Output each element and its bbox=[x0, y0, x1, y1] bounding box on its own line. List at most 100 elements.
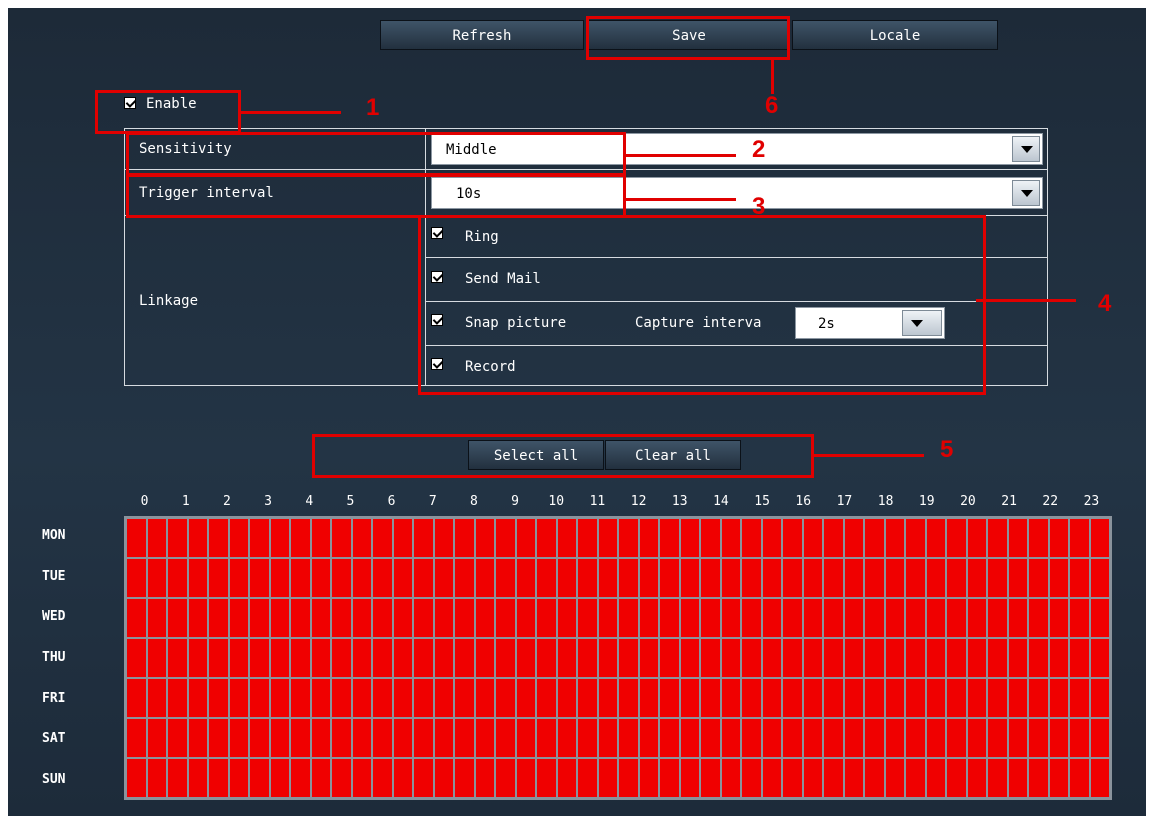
schedule-cell[interactable] bbox=[393, 599, 412, 637]
schedule-cell[interactable] bbox=[434, 719, 453, 757]
schedule-cell[interactable] bbox=[578, 679, 597, 717]
schedule-cell[interactable] bbox=[393, 759, 412, 797]
schedule-cell[interactable] bbox=[332, 639, 351, 677]
schedule-cell[interactable] bbox=[783, 719, 802, 757]
schedule-cell[interactable] bbox=[311, 519, 330, 557]
schedule-cell[interactable] bbox=[1029, 599, 1048, 637]
schedule-cell[interactable] bbox=[1049, 719, 1068, 757]
locale-button[interactable]: Locale bbox=[792, 20, 998, 50]
schedule-cell[interactable] bbox=[783, 519, 802, 557]
schedule-cell[interactable] bbox=[578, 559, 597, 597]
schedule-cell[interactable] bbox=[147, 719, 166, 757]
schedule-cell[interactable] bbox=[168, 639, 187, 677]
schedule-cell[interactable] bbox=[516, 639, 535, 677]
schedule-cell[interactable] bbox=[188, 519, 207, 557]
schedule-cell[interactable] bbox=[147, 679, 166, 717]
schedule-cell[interactable] bbox=[742, 519, 761, 557]
schedule-cell[interactable] bbox=[516, 759, 535, 797]
schedule-cell[interactable] bbox=[311, 599, 330, 637]
schedule-cell[interactable] bbox=[639, 519, 658, 557]
schedule-cell[interactable] bbox=[1008, 639, 1027, 677]
schedule-cell[interactable] bbox=[373, 599, 392, 637]
schedule-cell[interactable] bbox=[475, 719, 494, 757]
schedule-cell[interactable] bbox=[209, 719, 228, 757]
schedule-cell[interactable] bbox=[639, 719, 658, 757]
schedule-cell[interactable] bbox=[844, 759, 863, 797]
schedule-cell[interactable] bbox=[844, 719, 863, 757]
schedule-cell[interactable] bbox=[352, 599, 371, 637]
refresh-button[interactable]: Refresh bbox=[380, 20, 584, 50]
schedule-cell[interactable] bbox=[619, 519, 638, 557]
schedule-cell[interactable] bbox=[680, 679, 699, 717]
schedule-cell[interactable] bbox=[352, 679, 371, 717]
schedule-cell[interactable] bbox=[434, 679, 453, 717]
schedule-cell[interactable] bbox=[885, 639, 904, 677]
schedule-cell[interactable] bbox=[660, 519, 679, 557]
schedule-cell[interactable] bbox=[537, 639, 556, 677]
schedule-cell[interactable] bbox=[906, 639, 925, 677]
schedule-cell[interactable] bbox=[680, 599, 699, 637]
schedule-cell[interactable] bbox=[721, 599, 740, 637]
schedule-cell[interactable] bbox=[906, 679, 925, 717]
schedule-cell[interactable] bbox=[721, 519, 740, 557]
schedule-cell[interactable] bbox=[824, 639, 843, 677]
schedule-cell[interactable] bbox=[1029, 719, 1048, 757]
schedule-cell[interactable] bbox=[906, 559, 925, 597]
schedule-cell[interactable] bbox=[291, 719, 310, 757]
schedule-cell[interactable] bbox=[762, 599, 781, 637]
schedule-cell[interactable] bbox=[885, 759, 904, 797]
schedule-cell[interactable] bbox=[762, 519, 781, 557]
schedule-cell[interactable] bbox=[475, 639, 494, 677]
schedule-cell[interactable] bbox=[619, 759, 638, 797]
schedule-cell[interactable] bbox=[926, 559, 945, 597]
schedule-cell[interactable] bbox=[147, 759, 166, 797]
schedule-cell[interactable] bbox=[578, 759, 597, 797]
schedule-cell[interactable] bbox=[660, 719, 679, 757]
schedule-cell[interactable] bbox=[598, 599, 617, 637]
schedule-cell[interactable] bbox=[557, 639, 576, 677]
schedule-cell[interactable] bbox=[701, 679, 720, 717]
schedule-cell[interactable] bbox=[947, 559, 966, 597]
schedule-cell[interactable] bbox=[865, 719, 884, 757]
schedule-cell[interactable] bbox=[209, 679, 228, 717]
schedule-cell[interactable] bbox=[803, 759, 822, 797]
schedule-cell[interactable] bbox=[127, 679, 146, 717]
schedule-cell[interactable] bbox=[1029, 759, 1048, 797]
chevron-down-icon[interactable] bbox=[1012, 180, 1040, 206]
schedule-cell[interactable] bbox=[496, 599, 515, 637]
schedule-cell[interactable] bbox=[516, 559, 535, 597]
schedule-cell[interactable] bbox=[414, 759, 433, 797]
schedule-cell[interactable] bbox=[414, 639, 433, 677]
schedule-cell[interactable] bbox=[1008, 559, 1027, 597]
schedule-cell[interactable] bbox=[1090, 519, 1109, 557]
schedule-cell[interactable] bbox=[168, 679, 187, 717]
schedule-cell[interactable] bbox=[619, 599, 638, 637]
schedule-cell[interactable] bbox=[209, 599, 228, 637]
schedule-cell[interactable] bbox=[824, 719, 843, 757]
schedule-cell[interactable] bbox=[721, 679, 740, 717]
schedule-cell[interactable] bbox=[598, 719, 617, 757]
select-all-button[interactable]: Select all bbox=[468, 440, 604, 470]
schedule-cell[interactable] bbox=[1090, 679, 1109, 717]
schedule-cell[interactable] bbox=[1049, 759, 1068, 797]
schedule-cell[interactable] bbox=[147, 519, 166, 557]
schedule-cell[interactable] bbox=[168, 759, 187, 797]
schedule-cell[interactable] bbox=[229, 599, 248, 637]
schedule-cell[interactable] bbox=[188, 719, 207, 757]
send-mail-checkbox[interactable] bbox=[431, 271, 443, 283]
schedule-cell[interactable] bbox=[1090, 719, 1109, 757]
schedule-cell[interactable] bbox=[1008, 759, 1027, 797]
schedule-cell[interactable] bbox=[229, 639, 248, 677]
schedule-cell[interactable] bbox=[885, 679, 904, 717]
schedule-cell[interactable] bbox=[680, 759, 699, 797]
schedule-cell[interactable] bbox=[1090, 759, 1109, 797]
schedule-cell[interactable] bbox=[434, 639, 453, 677]
schedule-cell[interactable] bbox=[578, 599, 597, 637]
schedule-cell[interactable] bbox=[332, 519, 351, 557]
schedule-cell[interactable] bbox=[926, 639, 945, 677]
schedule-cell[interactable] bbox=[557, 679, 576, 717]
schedule-cell[interactable] bbox=[660, 679, 679, 717]
schedule-cell[interactable] bbox=[311, 559, 330, 597]
schedule-cell[interactable] bbox=[803, 639, 822, 677]
schedule-cell[interactable] bbox=[947, 519, 966, 557]
